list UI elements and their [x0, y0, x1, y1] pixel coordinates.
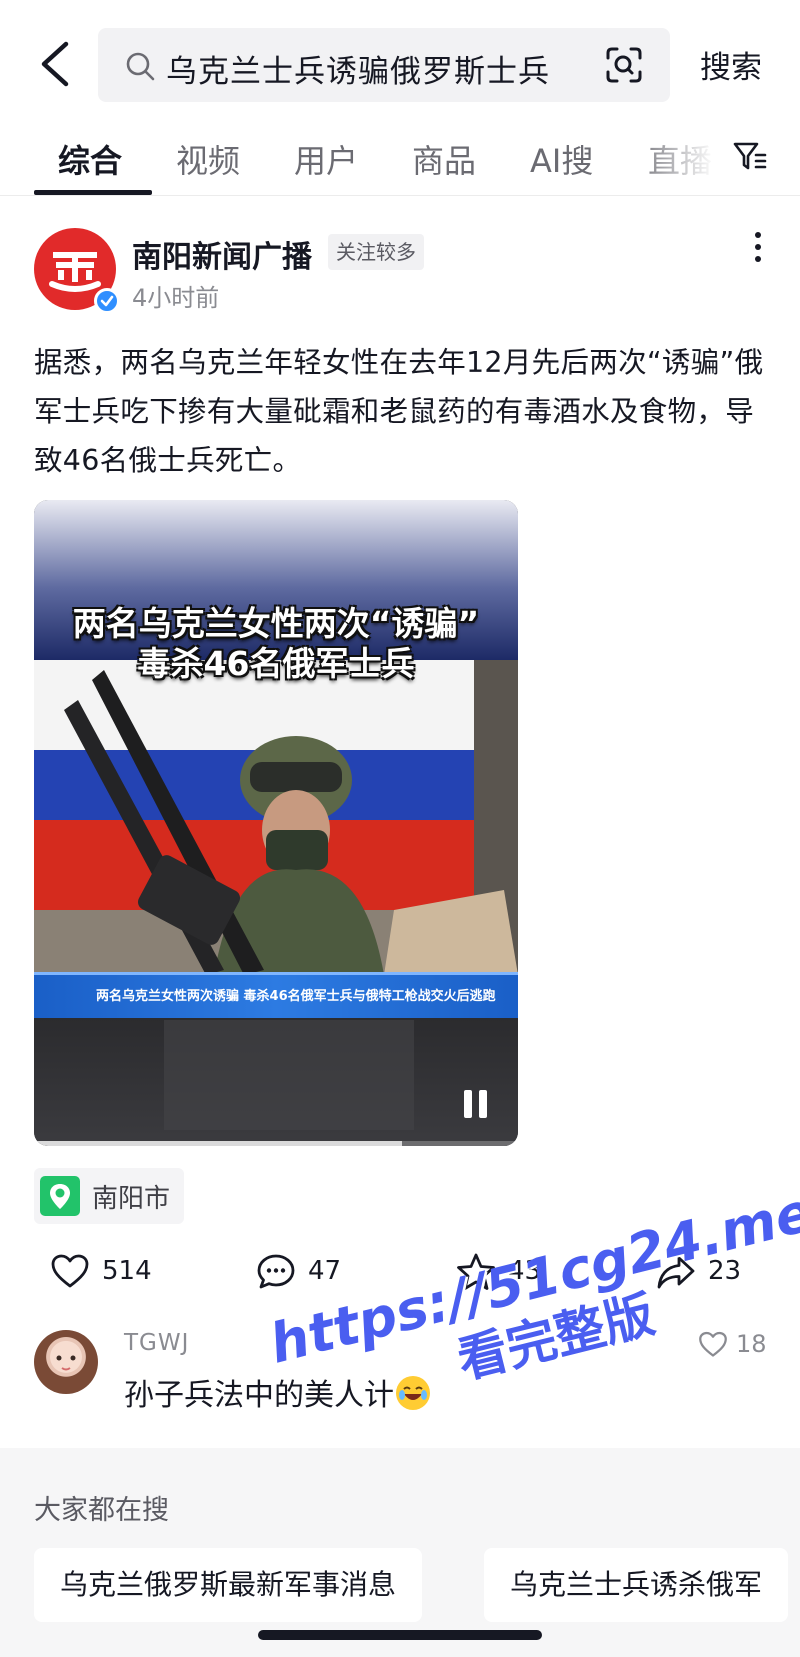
tab-users[interactable]: 用户 — [294, 136, 358, 182]
result-tabs: 综合 视频 用户 商品 AI搜 直播 — [0, 128, 800, 196]
video-progress-fill — [34, 1141, 402, 1146]
heart-icon — [51, 1254, 89, 1288]
video-progress-bar[interactable] — [34, 1141, 518, 1146]
home-indicator[interactable] — [258, 1630, 542, 1640]
active-tab-indicator — [34, 190, 152, 195]
like-count: 514 — [102, 1256, 152, 1286]
location-tag[interactable]: 南阳市 — [34, 1168, 184, 1224]
commenter-name[interactable]: TGWJ — [124, 1330, 189, 1356]
filter-icon[interactable] — [732, 138, 768, 174]
comment-bubble-icon — [257, 1254, 295, 1289]
tab-video[interactable]: 视频 — [176, 136, 240, 182]
tab-ai-search[interactable]: AI搜 — [530, 136, 593, 182]
image-search-scan-icon[interactable] — [604, 45, 644, 85]
location-pin-icon — [40, 1176, 80, 1216]
comment-count: 47 — [308, 1256, 342, 1286]
search-icon — [126, 52, 155, 81]
comment-like-count: 18 — [736, 1330, 767, 1358]
heart-icon — [699, 1331, 727, 1357]
tab-products[interactable]: 商品 — [412, 136, 476, 182]
video-news-banner: 两名乌克兰女性两次诱骗 毒杀46名俄军士兵与俄特工枪战交火后逃跑 — [34, 972, 518, 1018]
video-title-overlay: 两名乌克兰女性两次“诱骗” 毒杀46名俄军士兵 — [72, 604, 480, 683]
pause-icon[interactable] — [464, 1090, 490, 1118]
commenter-avatar[interactable] — [34, 1330, 98, 1394]
post-timestamp: 4小时前 — [132, 284, 220, 312]
watermark-overlay: https://51cg24.me 看完整版 — [263, 1180, 800, 1390]
trending-title: 大家都在搜 — [34, 1495, 169, 1526]
author-status-badge: 关注较多 — [328, 234, 424, 270]
search-button[interactable]: 搜索 — [700, 42, 762, 87]
video-player[interactable]: 两名乌克兰女性两次“诱骗” 毒杀46名俄军士兵 两名乌克兰女性两次诱骗 毒杀46… — [34, 500, 518, 1146]
search-header: 乌克兰士兵诱骗俄罗斯士兵 搜索 — [0, 0, 800, 128]
author-name[interactable]: 南阳新闻广播 — [132, 232, 312, 276]
search-input[interactable]: 乌克兰士兵诱骗俄罗斯士兵 — [98, 28, 670, 102]
search-query-text: 乌克兰士兵诱骗俄罗斯士兵 — [166, 54, 550, 90]
tab-scroll-fade — [630, 128, 730, 188]
verified-badge-icon — [94, 288, 120, 314]
location-label: 南阳市 — [92, 1184, 171, 1214]
video-frame-image — [34, 500, 518, 1146]
back-arrow-icon[interactable] — [36, 38, 76, 90]
post-body-text: 据悉，两名乌克兰年轻女性在去年12月先后两次“诱骗”俄军士兵吃下掺有大量砒霜和老… — [34, 346, 764, 477]
tab-comprehensive[interactable]: 综合 — [58, 136, 122, 182]
trending-chip[interactable]: 乌克兰士兵诱杀俄军 — [484, 1548, 789, 1622]
trending-searches: 大家都在搜 乌克兰俄罗斯最新军事消息 乌克兰士兵诱杀俄军 — [0, 1448, 800, 1657]
trending-chip[interactable]: 乌克兰俄罗斯最新军事消息 — [34, 1548, 423, 1622]
more-options-icon[interactable] — [748, 232, 768, 266]
